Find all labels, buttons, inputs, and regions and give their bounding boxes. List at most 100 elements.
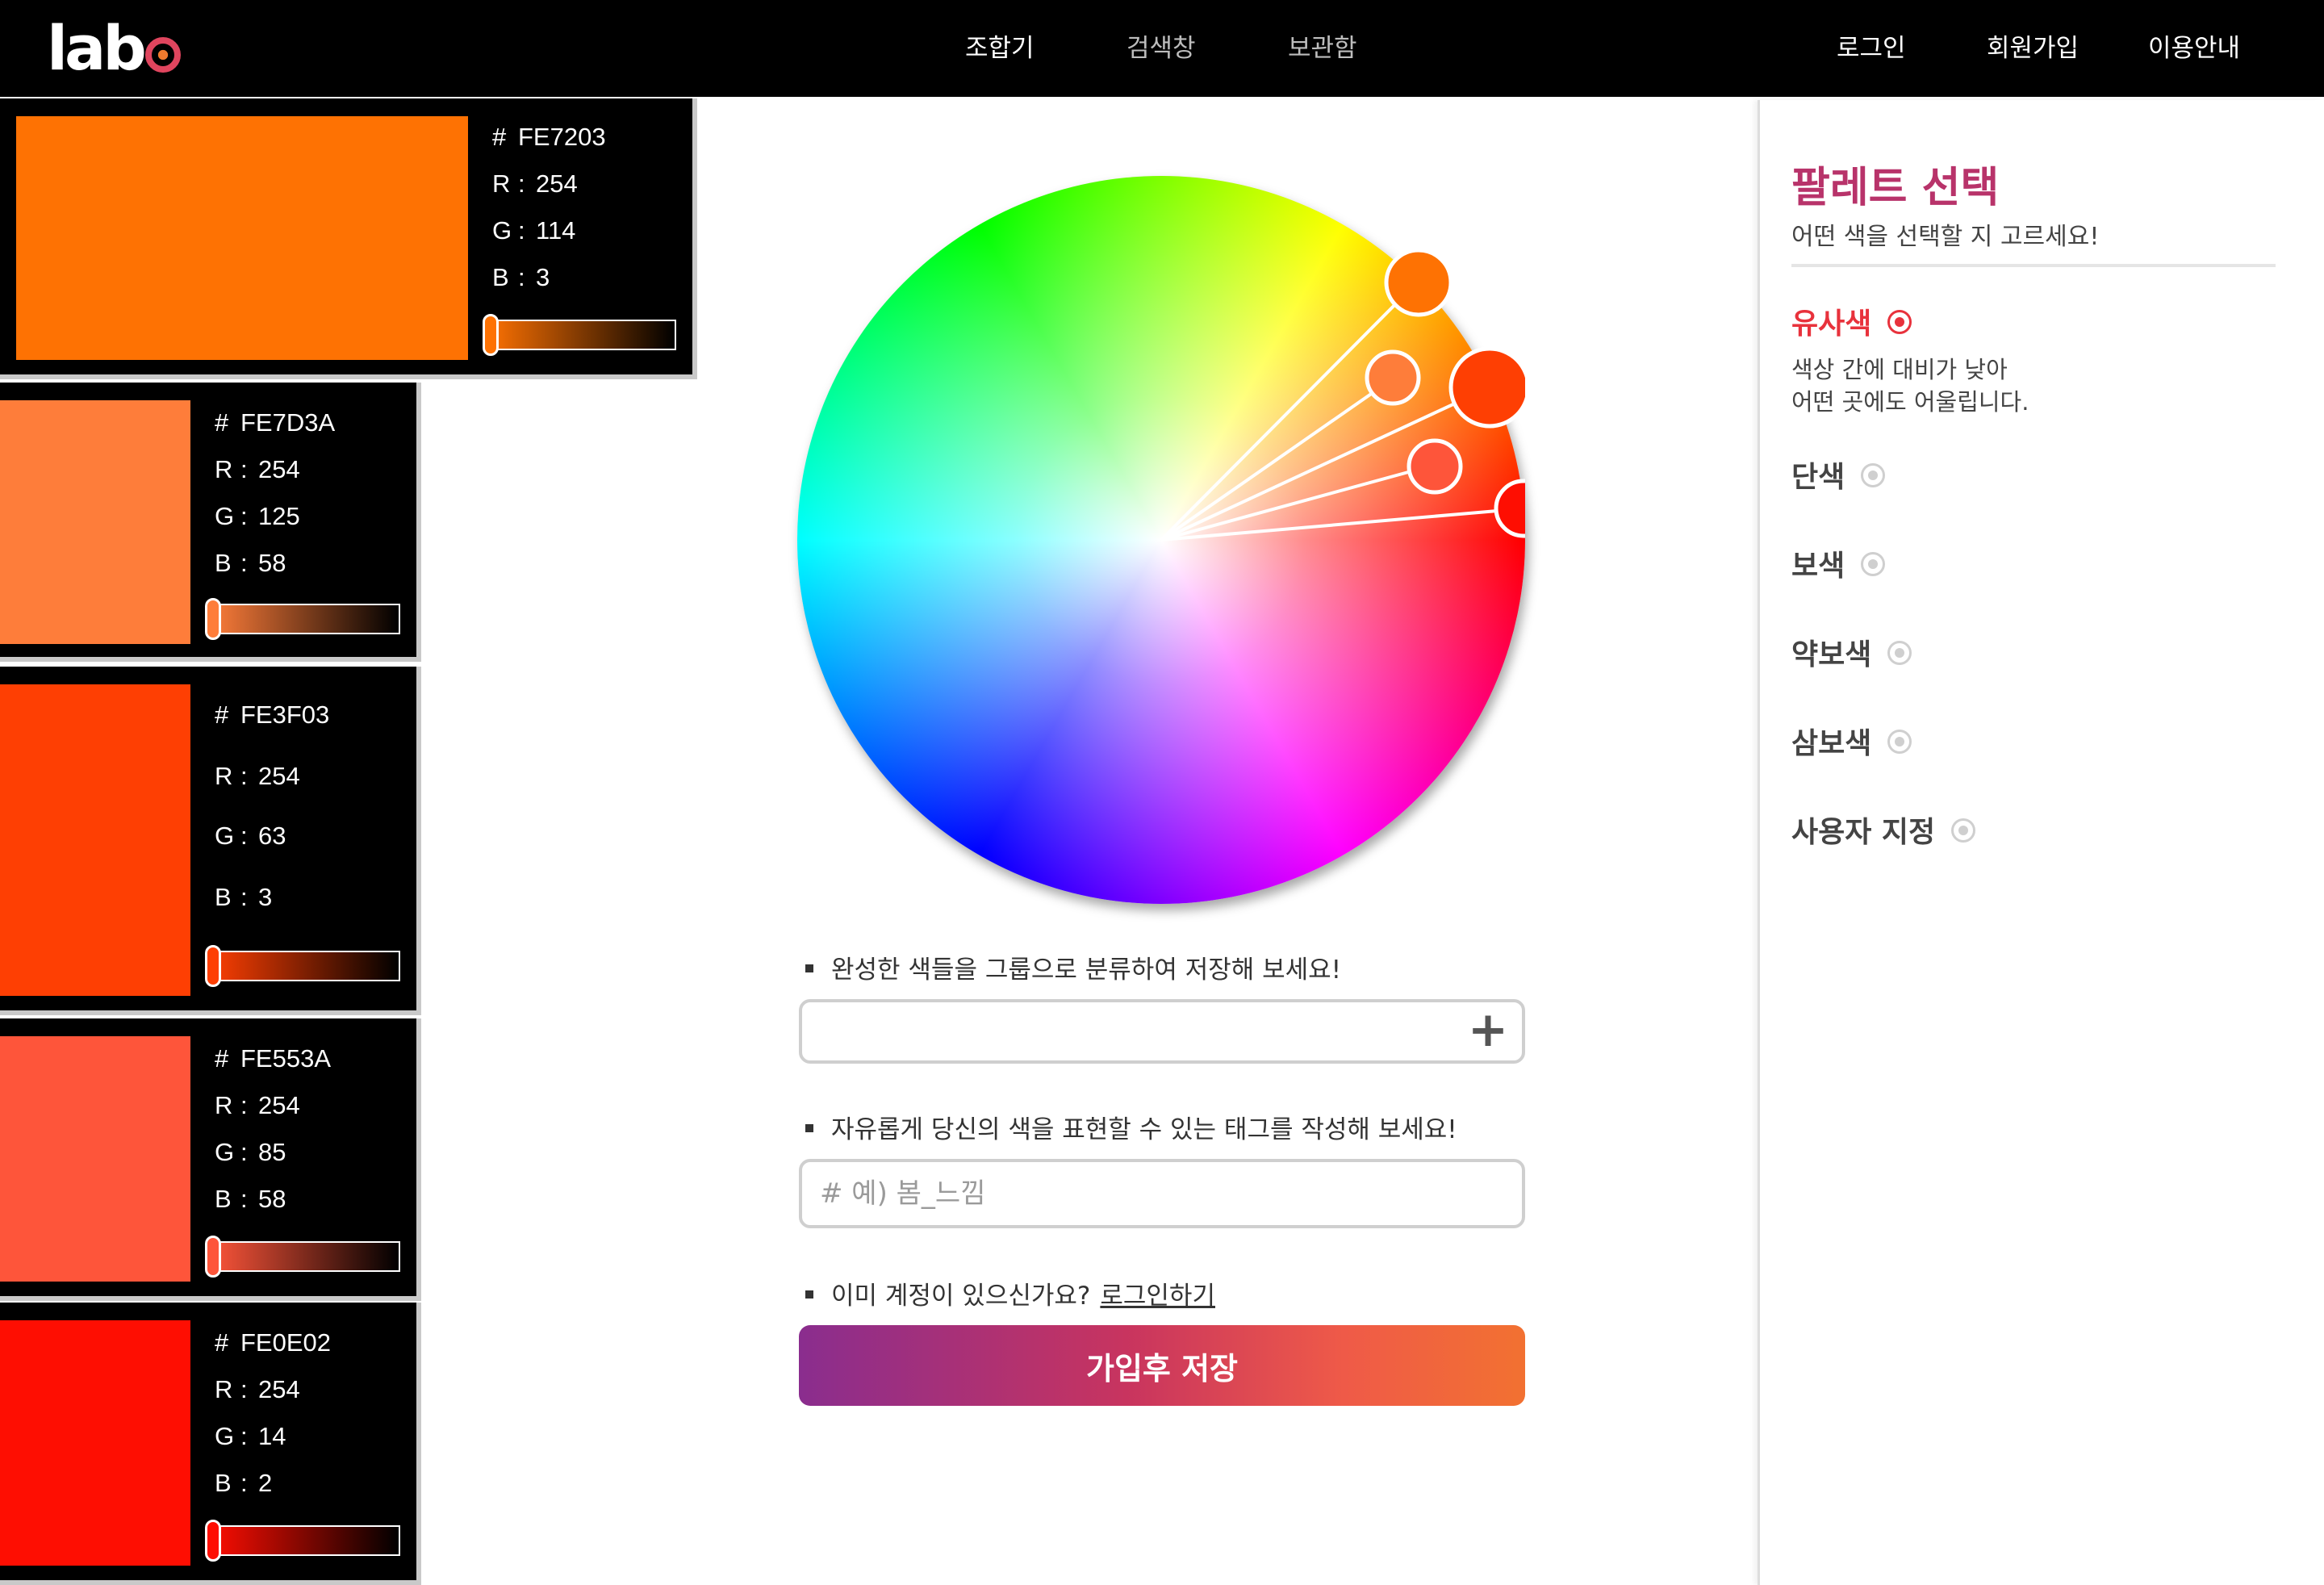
wheel-handle[interactable] (1365, 349, 1421, 406)
top-navigation-bar: lab 조합기 검색창 보관함 로그인 회원가입 이용안내 (0, 0, 2324, 97)
b-value: 58 (258, 549, 286, 577)
color-swatch (0, 1320, 190, 1566)
nav-signup[interactable]: 회원가입 (1987, 24, 2079, 73)
option-label: 사용자 지정 (1791, 816, 1936, 849)
nav-storage[interactable]: 보관함 (1288, 24, 1357, 73)
brightness-slider[interactable] (205, 945, 400, 987)
nav-search[interactable]: 검색창 (1126, 24, 1196, 73)
hex-value: FE553A (240, 1044, 332, 1073)
logo-text: lab (47, 12, 147, 84)
option-label: 보색 (1791, 550, 1845, 583)
signup-save-button[interactable]: 가입후 저장 (799, 1325, 1525, 1406)
radio-icon[interactable] (1861, 552, 1886, 576)
handle-line (1160, 279, 1420, 542)
logo-o-icon (144, 37, 181, 73)
color-card[interactable]: # FE3F03 R:254 G:63 B:3 (0, 667, 421, 1015)
separator: : (240, 1422, 248, 1450)
wheel-handle-selected[interactable] (1448, 346, 1525, 429)
option-label: 삼보색 (1791, 727, 1872, 760)
bullet-icon (805, 964, 813, 972)
b-label: B (215, 1185, 232, 1213)
r-label: R (215, 455, 233, 483)
wheel-handle[interactable] (1384, 248, 1453, 317)
radio-icon[interactable] (1887, 730, 1912, 754)
login-link[interactable]: 로그인하기 (1100, 1282, 1215, 1311)
color-swatch (0, 1036, 190, 1282)
description-line: 색상 간에 대비가 낮아 (1791, 356, 2008, 383)
g-value: 85 (258, 1138, 286, 1166)
r-value: 254 (258, 455, 300, 483)
r-label: R (492, 169, 511, 198)
separator: : (240, 1375, 248, 1403)
color-card[interactable]: # FE553A R:254 G:85 B:58 (0, 1018, 421, 1301)
slider-handle[interactable] (205, 1520, 221, 1562)
color-wheel-area[interactable] (797, 176, 1525, 904)
g-label: G (215, 502, 235, 530)
nav-combiner[interactable]: 조합기 (965, 24, 1035, 73)
b-label: B (215, 549, 232, 577)
brightness-slider[interactable] (205, 1520, 400, 1562)
b-label: B (215, 883, 232, 911)
separator: : (518, 169, 525, 198)
color-card[interactable]: # FE0E02 R:254 G:14 B:2 (0, 1303, 421, 1585)
wheel-handles (1160, 248, 1525, 542)
hex-label: # (492, 123, 507, 151)
hex-label: # (215, 700, 229, 729)
option-complementary[interactable]: 보색 (1791, 542, 1886, 584)
separator: : (240, 822, 248, 850)
bullet-icon (805, 1123, 813, 1132)
option-analogous[interactable]: 유사색 (1791, 300, 1912, 342)
color-card[interactable]: # FE7D3A R:254 G:125 B:58 (0, 383, 421, 662)
account-hint-text: 이미 계정이 있으신가요? (831, 1282, 1091, 1311)
radio-icon[interactable] (1861, 463, 1886, 487)
b-value: 2 (258, 1469, 273, 1497)
b-label: B (492, 263, 509, 291)
b-value: 3 (536, 263, 550, 291)
description-line: 어떤 곳에도 어울립니다. (1791, 388, 2029, 416)
bullet-icon (805, 1290, 813, 1299)
tag-input[interactable] (799, 1159, 1525, 1228)
nav-login[interactable]: 로그인 (1837, 24, 1906, 73)
option-split-complementary[interactable]: 약보색 (1791, 631, 1912, 673)
slider-handle[interactable] (205, 598, 221, 640)
slider-handle[interactable] (205, 945, 221, 987)
option-monochrome[interactable]: 단색 (1791, 454, 1886, 496)
wheel-handle[interactable] (1494, 479, 1525, 538)
wheel-handle[interactable] (1407, 438, 1463, 495)
hex-value: FE0E02 (240, 1328, 332, 1357)
separator: : (518, 216, 525, 245)
brightness-slider[interactable] (205, 598, 400, 640)
g-label: G (492, 216, 512, 245)
g-value: 63 (258, 822, 286, 850)
option-label: 유사색 (1791, 307, 1872, 341)
labo-logo[interactable]: lab (47, 18, 181, 79)
brightness-slider[interactable] (483, 314, 676, 356)
radio-selected-icon[interactable] (1887, 310, 1912, 334)
add-group-plus-icon[interactable]: + (1467, 1006, 1509, 1054)
color-card[interactable]: # FE7203 R:254 G:114 B:3 (0, 98, 697, 379)
radio-icon[interactable] (1887, 641, 1912, 665)
g-label: G (215, 822, 235, 850)
g-label: G (215, 1422, 235, 1450)
separator: : (240, 1185, 248, 1213)
option-description: 색상 간에 대비가 낮아 어떤 곳에도 어울립니다. (1791, 353, 2029, 418)
separator: : (240, 549, 248, 577)
separator: : (240, 1091, 248, 1119)
brightness-slider[interactable] (205, 1236, 400, 1278)
slider-handle[interactable] (205, 1236, 221, 1278)
nav-guide[interactable]: 이용안내 (2148, 24, 2240, 73)
hex-value: FE7203 (518, 123, 606, 151)
color-swatch (0, 684, 190, 996)
group-input[interactable]: + (799, 999, 1525, 1064)
option-label: 단색 (1791, 461, 1845, 494)
g-value: 14 (258, 1422, 286, 1450)
option-triadic[interactable]: 삼보색 (1791, 720, 1912, 762)
b-label: B (215, 1469, 232, 1497)
radio-icon[interactable] (1951, 818, 1976, 843)
handle-line (1160, 376, 1396, 542)
separator: : (240, 502, 248, 530)
option-custom[interactable]: 사용자 지정 (1791, 809, 1976, 851)
slider-handle[interactable] (483, 314, 499, 356)
g-label: G (215, 1138, 235, 1166)
panel-title: 팔레트 선택 (1791, 164, 2000, 212)
